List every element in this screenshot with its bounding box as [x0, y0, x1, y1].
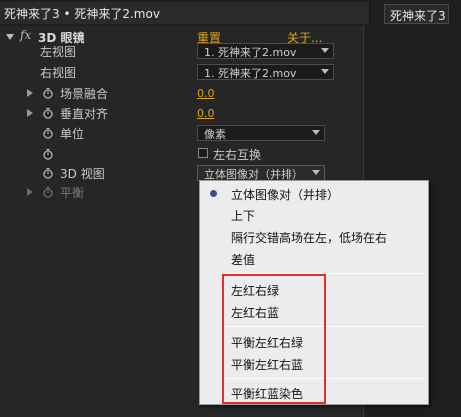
- menu-item-label: 上下: [231, 209, 256, 223]
- right-view-row: 右视图 1. 死神来了2.mov: [0, 62, 363, 82]
- scene-convergence-value[interactable]: 0.0: [197, 87, 215, 100]
- balance-label: 平衡: [60, 186, 85, 200]
- vertical-align-row: 垂直对齐 0.0: [0, 103, 363, 123]
- menu-item-label: 差值: [231, 253, 256, 267]
- scene-convergence-label: 场景融合: [60, 87, 109, 101]
- radio-bullet-icon: [210, 190, 217, 197]
- left-view-row: 左视图 1. 死神来了2.mov: [0, 41, 363, 61]
- stopwatch-icon[interactable]: [42, 148, 54, 160]
- chevron-down-icon: [312, 170, 320, 175]
- units-dropdown[interactable]: 像素: [197, 125, 325, 141]
- composition-tab-label: 死神来了3: [390, 9, 446, 23]
- triangle-right-icon[interactable]: [26, 109, 34, 117]
- panel-header: 死神来了3 • 死神来了2.mov 死神来了3: [0, 0, 461, 26]
- effect-controls-tab[interactable]: 死神来了3 • 死神来了2.mov: [0, 2, 370, 24]
- units-label: 单位: [60, 127, 85, 141]
- view-3d-label: 3D 视图: [60, 167, 105, 181]
- vertical-align-label: 垂直对齐: [60, 107, 109, 121]
- fx-icon[interactable]: fx: [20, 28, 31, 42]
- left-view-dropdown[interactable]: 1. 死神来了2.mov: [197, 43, 334, 59]
- swap-label: 左右互换: [213, 148, 262, 162]
- menu-item-interlaced[interactable]: 隔行交错高场在左，低场在右: [200, 226, 428, 248]
- chevron-down-icon: [312, 130, 320, 135]
- right-view-value: 1. 死神来了2.mov: [204, 67, 297, 80]
- stopwatch-icon[interactable]: [42, 127, 54, 139]
- scene-convergence-row: 场景融合 0.0: [0, 83, 363, 103]
- units-value: 像素: [204, 128, 226, 141]
- triangle-down-icon[interactable]: [6, 33, 14, 41]
- menu-item-side-by-side[interactable]: 立体图像对（并排）: [200, 183, 428, 205]
- chevron-down-icon: [321, 48, 329, 53]
- chevron-down-icon: [321, 69, 329, 74]
- composition-tab[interactable]: 死神来了3: [384, 4, 449, 24]
- view-3d-dropdown[interactable]: 立体图像对（并排）: [197, 165, 325, 181]
- left-view-label: 左视图: [40, 45, 77, 59]
- swap-row: 左右互换: [0, 144, 363, 164]
- stopwatch-icon[interactable]: [42, 107, 54, 119]
- menu-item-difference[interactable]: 差值: [200, 248, 428, 270]
- swap-checkbox[interactable]: [198, 148, 208, 158]
- triangle-right-icon[interactable]: [26, 188, 34, 196]
- stopwatch-icon: [43, 186, 53, 198]
- stopwatch-icon[interactable]: [42, 87, 54, 99]
- annotation-highlight-box: [222, 274, 326, 404]
- vertical-align-value[interactable]: 0.0: [197, 107, 215, 120]
- right-view-dropdown[interactable]: 1. 死神来了2.mov: [197, 64, 334, 80]
- stopwatch-icon[interactable]: [42, 167, 54, 179]
- left-view-value: 1. 死神来了2.mov: [204, 46, 297, 59]
- menu-item-label: 隔行交错高场在左，低场在右: [231, 231, 388, 245]
- triangle-right-icon[interactable]: [26, 89, 34, 97]
- units-row: 单位 像素: [0, 123, 363, 143]
- menu-item-label: 立体图像对（并排）: [231, 188, 340, 202]
- panel-title: 死神来了3 • 死神来了2.mov: [4, 7, 160, 21]
- menu-item-over-under[interactable]: 上下: [200, 204, 428, 226]
- right-view-label: 右视图: [40, 66, 77, 80]
